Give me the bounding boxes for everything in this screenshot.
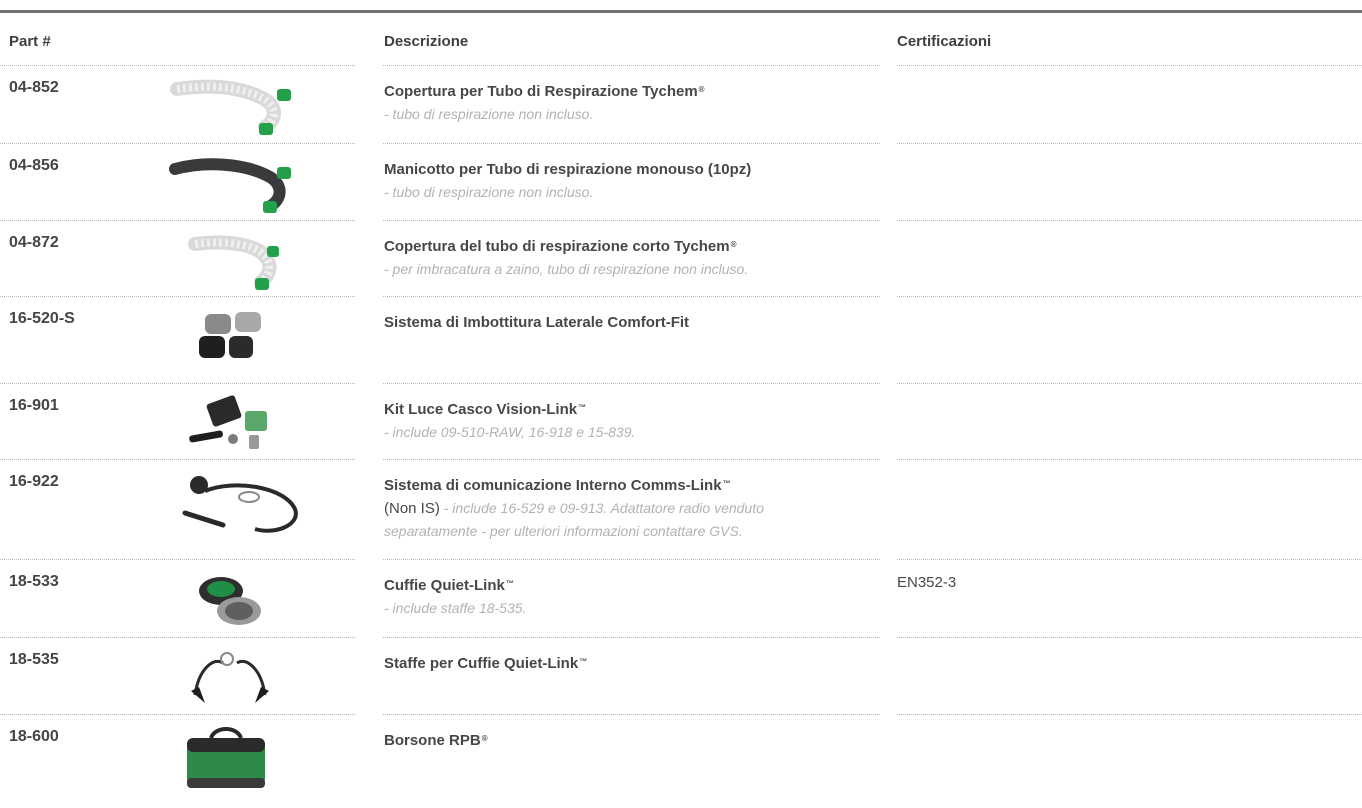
table-row: 18-533 Cuffie Quiet-Link™ - include staf… [0, 559, 1362, 637]
part-number: 16-520-S [9, 310, 75, 327]
description-note: - per imbracatura a zaino, tubo di respi… [384, 261, 749, 277]
white-hose-cover-icon [170, 79, 291, 135]
description: Kit Luce Casco Vision-Link™ - include 09… [384, 398, 874, 444]
description: Copertura del tubo di respirazione corto… [384, 235, 874, 281]
description-note: - tubo di respirazione non incluso. [384, 106, 594, 122]
table-row: 04-872 Copertura del tubo di respirazion… [0, 220, 1362, 296]
header-part: Part # [9, 33, 51, 50]
description-title: Sistema di Imbottitura Laterale Comfort-… [384, 314, 690, 331]
description: Copertura per Tubo di Respirazione Tyche… [384, 80, 874, 126]
black-hose-sleeve-icon [169, 158, 291, 213]
top-rule [0, 10, 1362, 13]
description: Borsone RPB® [384, 729, 874, 752]
part-number: 04-856 [9, 157, 59, 174]
description: Sistema di comunicazione Interno Comms-L… [384, 474, 874, 543]
table-row: 16-520-S Sistema di Imbottitura Laterale… [0, 296, 1362, 383]
short-hose-cover-icon [188, 235, 279, 290]
part-number: 16-922 [9, 473, 59, 490]
description-title: Borsone RPB® [384, 732, 488, 749]
description: Cuffie Quiet-Link™ - include staffe 18-5… [384, 574, 874, 620]
table-row: 16-901 Kit Luce Casco Vision-Link™ - inc… [0, 383, 1362, 459]
duffel-bag-icon [187, 727, 265, 788]
description-note: (Non IS) - include 16-529 e 09-913. Adat… [384, 500, 764, 517]
description: Staffe per Cuffie Quiet-Link™ [384, 652, 874, 675]
description-note-continued: separatamente - per ulteriori informazio… [384, 523, 743, 539]
header-certificazioni: Certificazioni [897, 33, 992, 50]
table-row: 04-856 Manicotto per Tubo di respirazion… [0, 143, 1362, 220]
certification: EN352-3 [897, 574, 957, 591]
earmuff-brackets-icon [191, 652, 269, 703]
table-row: 18-535 Staffe per Cuffie Quiet-Link™ [0, 637, 1362, 714]
headset-comms-icon [182, 476, 298, 533]
helmet-light-kit-icon [189, 395, 267, 449]
description-note: - include 09-510-RAW, 16-918 e 15-839. [384, 424, 636, 440]
table-row: 16-922 Sistema di comunicazione Interno … [0, 459, 1362, 559]
part-number: 18-600 [9, 728, 59, 745]
description-title: Manicotto per Tubo di respirazione monou… [384, 161, 752, 178]
part-number: 04-852 [9, 79, 59, 96]
earmuffs-icon [199, 577, 261, 625]
header-descrizione: Descrizione [384, 33, 469, 50]
description-title: Copertura per Tubo di Respirazione Tyche… [384, 83, 705, 100]
description-title: Cuffie Quiet-Link™ [384, 577, 514, 594]
part-number: 18-535 [9, 651, 59, 668]
description-title: Copertura del tubo di respirazione corto… [384, 238, 737, 255]
part-number: 18-533 [9, 573, 59, 590]
description-title: Kit Luce Casco Vision-Link™ [384, 401, 587, 418]
description: Sistema di Imbottitura Laterale Comfort-… [384, 311, 874, 334]
description-note: - tubo di respirazione non incluso. [384, 184, 594, 200]
part-number: 16-901 [9, 397, 59, 414]
description-title: Sistema di comunicazione Interno Comms-L… [384, 477, 731, 494]
description-note: - include staffe 18-535. [384, 600, 527, 616]
table-row: 04-852 Copertura per Tubo di Respirazion… [0, 65, 1362, 143]
description-title: Staffe per Cuffie Quiet-Link™ [384, 655, 588, 672]
description: Manicotto per Tubo di respirazione monou… [384, 158, 874, 204]
side-padding-icon [199, 312, 261, 358]
table-row: 18-600 Borsone RPB® [0, 714, 1362, 804]
part-number: 04-872 [9, 234, 59, 251]
